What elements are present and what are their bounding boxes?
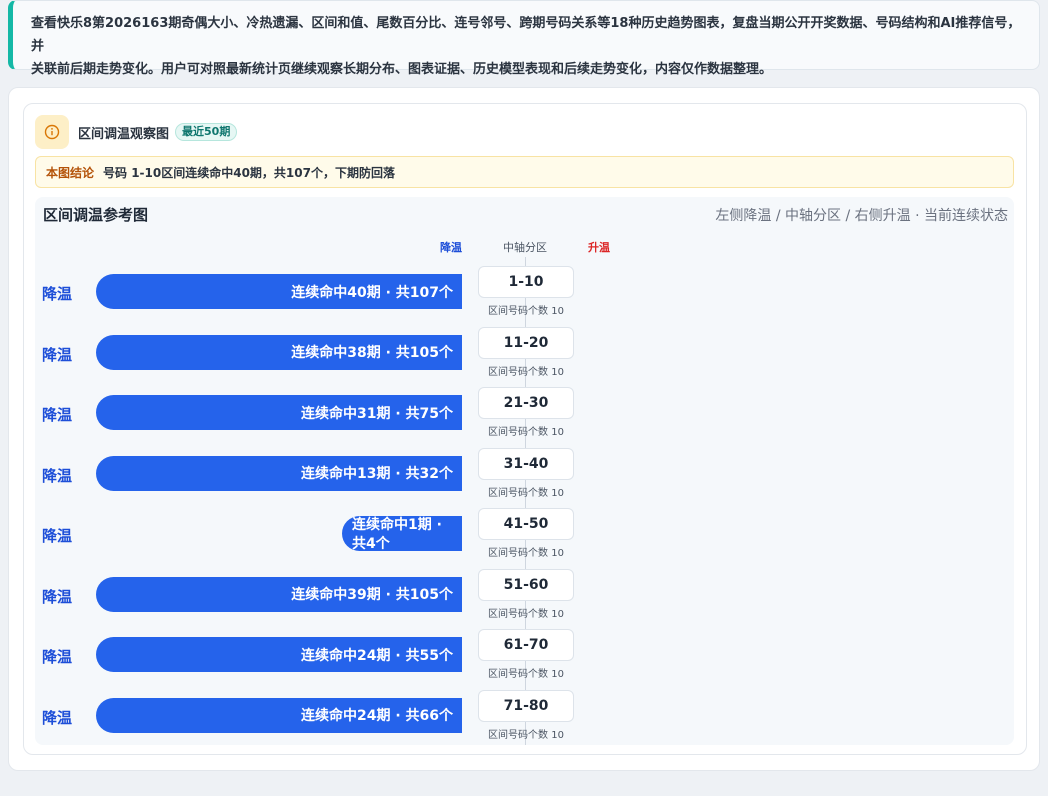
chart-row: 降温 连续命中39期 · 共105个 51-60 区间号码个数 10 [35,568,1014,625]
cool-bar: 连续命中40期 · 共107个 [96,274,462,309]
row-state-label: 降温 [42,527,73,545]
chart-card: 区间调温观察图 最近50期 本图结论 号码 1-10区间连续命中40期，共107… [23,103,1027,755]
range-count-label: 区间号码个数 10 [488,487,564,499]
cool-bar: 连续命中24期 · 共66个 [96,697,462,733]
row-state-label: 降温 [42,708,73,727]
card-title: 区间调温观察图 [78,126,170,142]
chart-row: 降温 连续命中31期 · 共75个 21-30 区间号码个数 10 [35,387,1014,443]
chart-row: 降温 连续命中1期 · 共4个 41-50 区间号码个数 10 [35,508,1014,564]
cool-bar: 连续命中39期 · 共105个 [96,576,462,612]
chart-title: 区间调温参考图 [43,206,149,224]
intro-line-1: 查看快乐8第2026163期奇偶大小、冷热遗漏、区间和值、尾数百分比、连号邻号、… [31,16,1021,54]
row-state-label: 降温 [42,406,73,424]
chart-row: 降温 连续命中40期 · 共107个 1-10 区间号码个数 10 [35,266,1014,322]
legend-warm: 升温 [588,241,610,254]
range-count-label: 区间号码个数 10 [488,608,564,620]
row-state-label: 降温 [42,285,73,303]
cool-bar: 连续命中38期 · 共105个 [96,334,462,370]
range-label: 41-50 [478,508,574,540]
chart-row: 降温 连续命中24期 · 共66个 71-80 区间号码个数 10 [35,689,1014,746]
range-label: 21-30 [478,387,574,419]
range-label: 51-60 [478,568,574,601]
range-count-label: 区间号码个数 10 [488,427,564,438]
chart-subtitle: 左侧降温 / 中轴分区 / 右侧升温 · 当前连续状态 [715,208,1008,224]
row-state-label: 降温 [42,345,73,364]
range-count-label: 区间号码个数 10 [488,548,564,559]
chart-area: 区间调温参考图 左侧降温 / 中轴分区 / 右侧升温 · 当前连续状态 降温 中… [35,197,1014,745]
range-count-label: 区间号码个数 10 [488,669,564,680]
legend-axis: 中轴分区 [503,241,547,254]
chart-row: 降温 连续命中24期 · 共55个 61-70 区间号码个数 10 [35,629,1014,685]
cool-bar: 连续命中31期 · 共75个 [96,395,462,430]
conclusion-tag: 本图结论 [46,165,95,180]
info-icon [35,115,69,149]
legend-cool: 降温 [440,241,462,254]
card-header: 区间调温观察图 最近50期 [35,115,238,149]
range-label: 11-20 [478,326,574,359]
range-count-label: 区间号码个数 10 [488,306,564,317]
cool-bar: 连续命中1期 · 共4个 [342,516,462,551]
row-state-label: 降温 [42,648,73,666]
range-label: 1-10 [478,266,574,298]
range-label: 61-70 [478,629,574,661]
outer-panel: 区间调温观察图 最近50期 本图结论 号码 1-10区间连续命中40期，共107… [8,87,1040,771]
period-badge: 最近50期 [175,123,238,141]
row-state-label: 降温 [42,466,73,485]
range-label: 31-40 [478,447,574,480]
intro-banner: 查看快乐8第2026163期奇偶大小、冷热遗漏、区间和值、尾数百分比、连号邻号、… [8,0,1040,77]
range-label: 71-80 [478,689,574,722]
row-state-label: 降温 [42,587,73,606]
range-count-label: 区间号码个数 10 [488,366,564,378]
intro-line-2: 关联前后期走势变化。用户可对照最新统计页继续观察长期分布、图表证据、历史模型表现… [31,62,773,77]
chart-row: 降温 连续命中38期 · 共105个 11-20 区间号码个数 10 [35,326,1014,383]
conclusion-text: 号码 1-10区间连续命中40期，共107个，下期防回落 [103,165,395,180]
chart-row: 降温 连续命中13期 · 共32个 31-40 区间号码个数 10 [35,447,1014,504]
cool-bar: 连续命中24期 · 共55个 [96,637,462,672]
range-count-label: 区间号码个数 10 [488,729,564,741]
cool-bar: 连续命中13期 · 共32个 [96,455,462,491]
conclusion-box: 本图结论 号码 1-10区间连续命中40期，共107个，下期防回落 [35,156,1014,188]
